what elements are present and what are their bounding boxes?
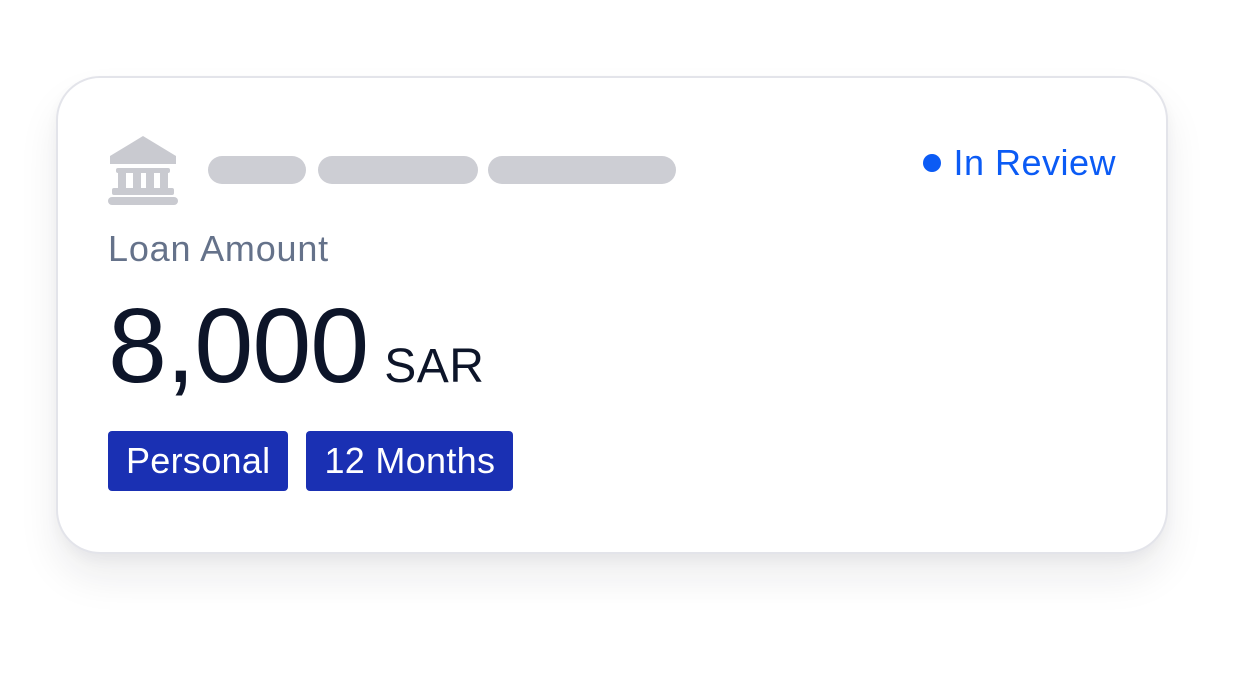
amount-currency: SAR bbox=[384, 340, 485, 393]
loan-amount-label: Loan Amount bbox=[108, 228, 329, 269]
skeleton-placeholder bbox=[488, 156, 676, 184]
amount-value: 8,000 bbox=[108, 287, 369, 405]
skeleton-placeholder bbox=[208, 156, 306, 184]
skeleton-placeholder bbox=[318, 156, 478, 184]
tag-list: Personal 12 Months bbox=[108, 431, 514, 491]
loan-card[interactable]: In Review Loan Amount 8,000 SAR Personal… bbox=[56, 76, 1168, 554]
stage: In Review Loan Amount 8,000 SAR Personal… bbox=[0, 0, 1258, 680]
status-label: In Review bbox=[953, 142, 1116, 183]
bank-icon bbox=[108, 136, 178, 205]
tag-loan-type: Personal bbox=[108, 431, 289, 491]
status-badge: In Review bbox=[923, 142, 1116, 184]
loan-amount: 8,000 SAR bbox=[108, 288, 484, 405]
tag-loan-term: 12 Months bbox=[306, 431, 514, 491]
status-dot-icon bbox=[923, 154, 942, 172]
